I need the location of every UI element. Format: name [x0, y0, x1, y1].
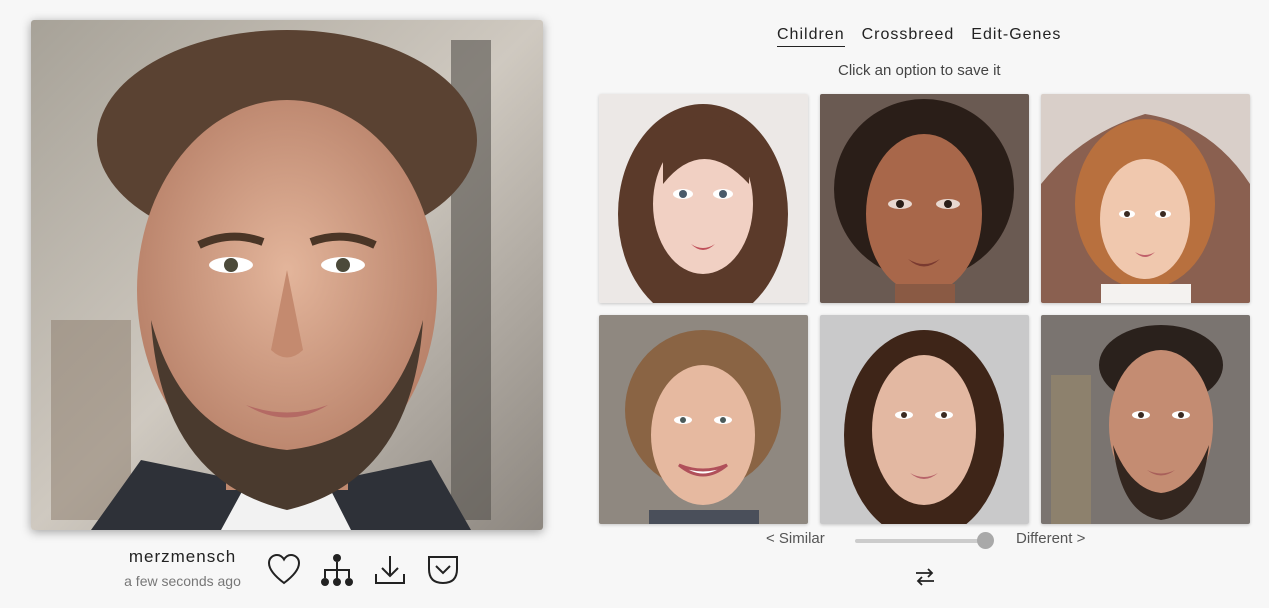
author-info: merzmensch a few seconds ago	[100, 547, 265, 589]
similarity-slider-thumb[interactable]	[976, 532, 994, 549]
main-portrait-image	[31, 20, 543, 530]
tab-edit-genes[interactable]: Edit-Genes	[971, 26, 1061, 47]
author-timestamp: a few seconds ago	[124, 573, 241, 589]
pocket-save-icon[interactable]	[425, 552, 461, 588]
slider-label-different: Different >	[1016, 530, 1086, 547]
mode-tabs: Children Crossbreed Edit-Genes	[777, 26, 1061, 47]
tab-children[interactable]: Children	[777, 26, 845, 47]
regenerate-icon[interactable]	[912, 563, 938, 589]
save-hint: Click an option to save it	[838, 62, 1001, 79]
child-option-1[interactable]	[599, 94, 808, 303]
author-username[interactable]: merzmensch	[100, 547, 265, 567]
child-option-6[interactable]	[1041, 315, 1250, 524]
family-tree-icon[interactable]	[319, 552, 355, 588]
child-option-3[interactable]	[1041, 94, 1250, 303]
slider-label-similar: < Similar	[766, 530, 825, 547]
heart-icon[interactable]	[266, 552, 302, 588]
similarity-slider-track[interactable]	[855, 539, 987, 543]
child-option-4[interactable]	[599, 315, 808, 524]
child-option-2[interactable]	[820, 94, 1029, 303]
app-page: merzmensch a few seconds ago Children Cr	[0, 0, 1269, 608]
child-option-5[interactable]	[820, 315, 1029, 524]
download-icon[interactable]	[372, 552, 408, 588]
tab-crossbreed[interactable]: Crossbreed	[862, 26, 955, 47]
